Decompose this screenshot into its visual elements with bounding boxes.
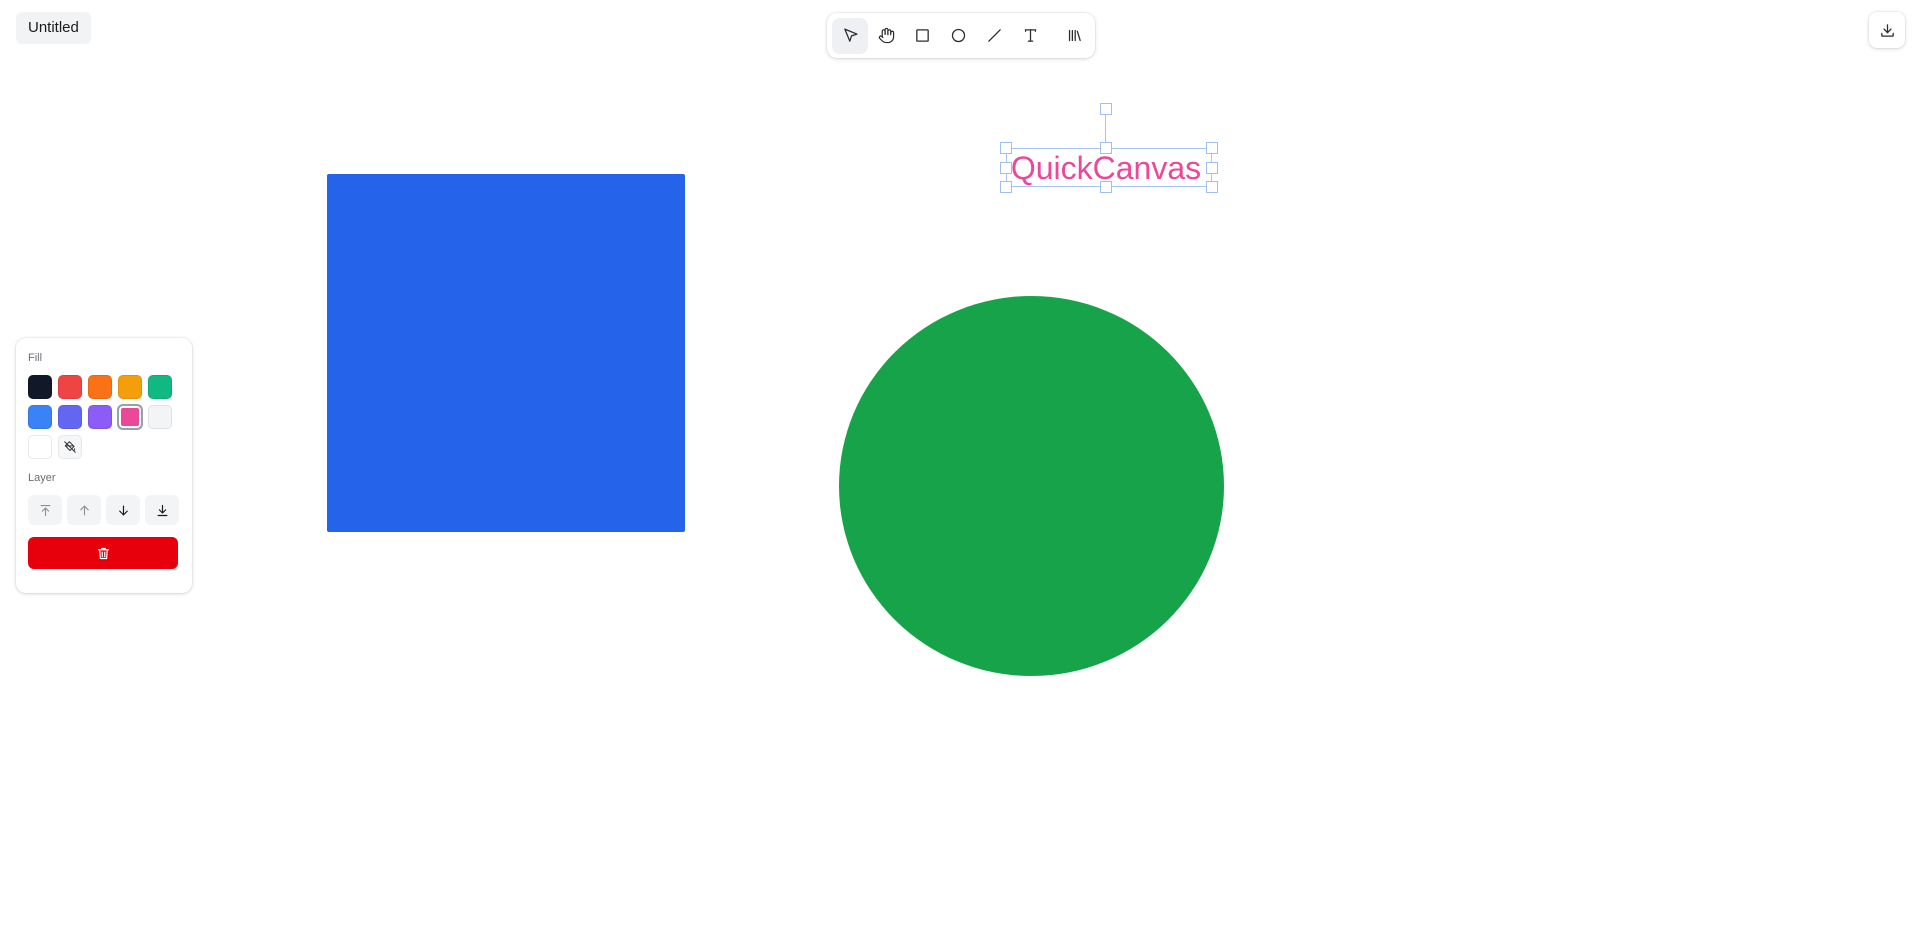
layer-label: Layer <box>28 472 56 484</box>
fill-swatch-dark[interactable] <box>28 375 52 399</box>
fill-swatch-pink[interactable] <box>118 405 142 429</box>
square-icon <box>915 29 929 42</box>
select-tool-button[interactable] <box>832 17 868 54</box>
ellipse-tool-button[interactable] <box>940 18 976 54</box>
no-fill-button[interactable] <box>58 435 82 459</box>
fill-swatches <box>28 375 180 459</box>
rotation-handle[interactable] <box>1100 103 1112 115</box>
drawing-canvas[interactable]: QuickCanvas <box>0 0 1920 934</box>
bring-forward-button[interactable] <box>67 495 101 525</box>
fill-swatch-violet[interactable] <box>88 405 112 429</box>
fill-swatch-white[interactable] <box>28 435 52 459</box>
resize-handle-ne[interactable] <box>1206 142 1218 154</box>
resize-handle-n[interactable] <box>1100 142 1112 154</box>
resize-handle-w[interactable] <box>1000 162 1012 174</box>
text-tool-button[interactable] <box>1012 18 1048 54</box>
line-tool-button[interactable] <box>976 18 1012 54</box>
document-title[interactable]: Untitled <box>16 12 91 44</box>
hand-icon <box>878 27 894 44</box>
fill-swatch-amber[interactable] <box>118 375 142 399</box>
fill-swatch-blue[interactable] <box>28 405 52 429</box>
fill-label: Fill <box>28 352 43 364</box>
paint-bucket-off-icon <box>64 441 76 453</box>
bring-to-front-button[interactable] <box>28 495 62 525</box>
arrow-down-to-line-icon <box>157 504 167 516</box>
library-icon <box>1068 29 1081 42</box>
cursor-icon <box>843 28 858 42</box>
rectangle-shape[interactable] <box>327 174 685 532</box>
fill-swatch-light-gray[interactable] <box>148 405 172 429</box>
fill-swatch-red[interactable] <box>58 375 82 399</box>
tool-bar <box>827 13 1095 58</box>
hand-tool-button[interactable] <box>868 18 904 54</box>
fill-swatch-green[interactable] <box>148 375 172 399</box>
layer-actions <box>28 495 180 525</box>
ellipse-shape[interactable] <box>839 296 1224 676</box>
line-icon <box>987 29 1001 42</box>
export-button[interactable] <box>1869 12 1905 48</box>
send-to-back-button[interactable] <box>145 495 179 525</box>
resize-handle-sw[interactable] <box>1000 181 1012 193</box>
properties-panel: Fill Layer <box>16 338 192 593</box>
arrow-up-to-line-icon <box>40 504 50 516</box>
arrow-down-icon <box>118 505 128 515</box>
resize-handle-se[interactable] <box>1206 181 1218 193</box>
fill-swatch-orange[interactable] <box>88 375 112 399</box>
delete-button[interactable] <box>28 537 178 569</box>
resize-handle-nw[interactable] <box>1000 142 1012 154</box>
fill-swatch-indigo[interactable] <box>58 405 82 429</box>
download-icon <box>1880 23 1894 37</box>
text-icon <box>1024 29 1036 42</box>
rectangle-tool-button[interactable] <box>904 18 940 54</box>
trash-icon <box>97 547 109 559</box>
circle-icon <box>951 28 965 43</box>
resize-handle-e[interactable] <box>1206 162 1218 174</box>
library-tool-button[interactable] <box>1056 18 1092 54</box>
send-backward-button[interactable] <box>106 495 140 525</box>
resize-handle-s[interactable] <box>1100 181 1112 193</box>
arrow-up-icon <box>79 505 89 515</box>
